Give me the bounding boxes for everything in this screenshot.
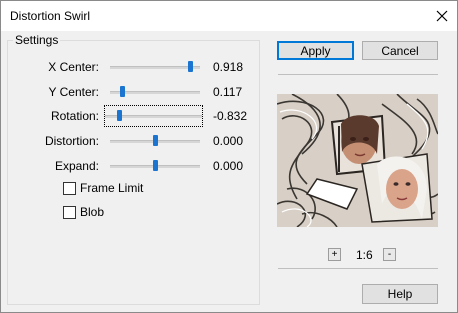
close-button[interactable] [427, 1, 457, 31]
x-center-value: 0.918 [213, 60, 244, 74]
y-center-row: Y Center: 0.117 [0, 82, 260, 102]
plus-icon: + [331, 249, 338, 260]
slider-thumb[interactable] [120, 86, 125, 97]
frame-limit-label[interactable]: Frame Limit [80, 181, 143, 195]
rotation-row: Rotation: -0.832 [0, 105, 260, 127]
distortion-value: 0.000 [213, 134, 244, 148]
preview-image [277, 94, 438, 227]
slider-thumb[interactable] [153, 135, 158, 146]
zoom-in-button[interactable]: + [328, 248, 341, 261]
x-center-row: X Center: 0.918 [0, 57, 260, 77]
rotation-slider[interactable] [104, 105, 203, 127]
y-center-value: 0.117 [213, 85, 243, 99]
x-center-slider[interactable] [110, 57, 200, 77]
distortion-slider[interactable] [110, 131, 200, 151]
expand-row: Expand: 0.000 [0, 156, 260, 176]
close-icon [436, 10, 448, 22]
expand-slider[interactable] [110, 156, 200, 176]
slider-thumb[interactable] [153, 160, 158, 171]
cancel-button[interactable]: Cancel [362, 41, 438, 60]
distortion-row: Distortion: 0.000 [0, 131, 260, 151]
slider-thumb[interactable] [117, 110, 122, 121]
zoom-out-button[interactable]: - [383, 248, 396, 261]
slider-thumb[interactable] [188, 61, 193, 72]
apply-button[interactable]: Apply [277, 41, 354, 60]
distortion-label: Distortion: [44, 134, 99, 148]
rotation-value: -0.832 [213, 109, 248, 123]
expand-label: Expand: [54, 159, 99, 173]
slider-track [110, 66, 200, 69]
separator-top [278, 74, 438, 75]
frame-limit-checkbox[interactable] [63, 182, 76, 195]
rotation-label: Rotation: [50, 109, 99, 123]
blob-checkbox[interactable] [63, 206, 76, 219]
separator-bottom [278, 268, 438, 269]
help-button[interactable]: Help [362, 284, 438, 304]
y-center-label: Y Center: [48, 85, 99, 99]
y-center-slider[interactable] [110, 82, 200, 102]
swirl-preview-graphic [277, 94, 438, 227]
window-title: Distortion Swirl [10, 9, 91, 23]
title-bar: Distortion Swirl [1, 1, 457, 31]
settings-group-label: Settings [13, 33, 61, 47]
blob-label[interactable]: Blob [80, 205, 104, 219]
minus-icon: - [387, 249, 392, 260]
x-center-label: X Center: [48, 60, 99, 74]
expand-value: 0.000 [213, 159, 244, 173]
zoom-level: 1:6 [356, 248, 373, 262]
